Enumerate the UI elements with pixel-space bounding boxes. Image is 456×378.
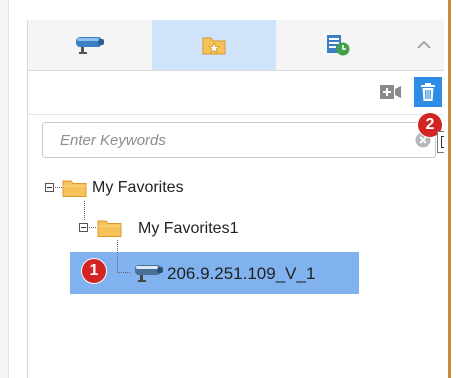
tree-connector — [89, 227, 97, 228]
add-camera-button[interactable] — [377, 77, 405, 107]
chevron-up-icon — [416, 40, 431, 49]
expand-toggle-root[interactable] — [45, 183, 54, 192]
tree-connector — [117, 240, 118, 272]
tree-connector — [117, 272, 131, 273]
trash-icon — [421, 83, 435, 101]
delete-button[interactable] — [414, 77, 442, 107]
search-input[interactable] — [43, 130, 392, 150]
expand-toggle-child[interactable] — [79, 223, 88, 232]
tree-item-camera[interactable]: 206.9.251.109_V_1 — [167, 264, 315, 284]
camera-icon — [135, 265, 163, 282]
tree-item-my-favorites1[interactable]: My Favorites1 — [138, 219, 238, 239]
tree-item-my-favorites[interactable]: My Favorites — [92, 178, 184, 198]
toolbar-divider — [28, 114, 445, 115]
tab-bar — [28, 20, 445, 71]
camera-icon — [76, 37, 104, 54]
list-clock-icon — [327, 35, 350, 56]
favorites-panel: My Favorites My Favorites1 206.9.251.109… — [27, 20, 445, 378]
folder-icon — [97, 220, 122, 237]
right-window-border — [448, 0, 451, 378]
tab-schedule[interactable] — [276, 20, 400, 70]
tree-connector — [55, 187, 62, 188]
tab-favorites[interactable] — [152, 20, 276, 70]
favorites-folder-icon — [202, 37, 226, 55]
collapse-button[interactable] — [402, 20, 445, 70]
search-box — [42, 122, 436, 158]
tab-devices[interactable] — [28, 20, 152, 70]
folder-icon — [62, 180, 87, 197]
callout-badge-1: 1 — [82, 259, 106, 283]
add-camera-icon — [380, 85, 401, 99]
left-window-strip — [0, 0, 9, 378]
tree-connector — [84, 201, 85, 220]
